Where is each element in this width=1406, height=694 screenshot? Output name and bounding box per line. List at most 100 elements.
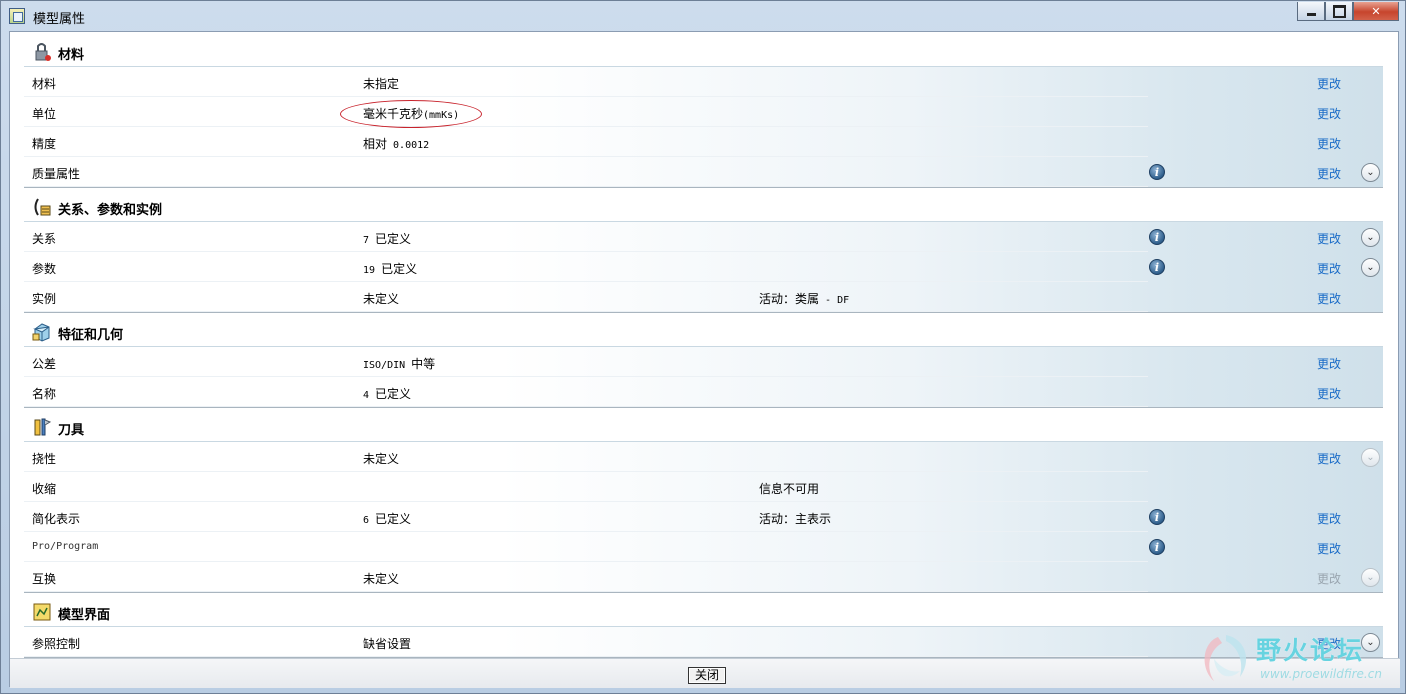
section-header: 关系、参数和实例 <box>20 191 1382 221</box>
model-interface-icon <box>32 602 51 621</box>
property-label: 质量属性 <box>32 167 81 181</box>
edit-link[interactable]: 更改 <box>1317 510 1341 527</box>
property-row: 互换 未定义 更改 ⌄ <box>24 562 1383 592</box>
edit-link[interactable]: 更改 <box>1317 75 1341 92</box>
property-value: 未指定 <box>363 75 399 92</box>
edit-link[interactable]: 更改 <box>1317 290 1341 307</box>
app-icon <box>9 8 25 24</box>
edit-link[interactable]: 更改 <box>1317 135 1341 152</box>
property-value-text: 已定义 <box>381 262 418 276</box>
window-title: 模型属性 <box>33 12 86 27</box>
edit-link[interactable]: 更改 <box>1317 165 1341 182</box>
edit-link[interactable]: 更改 <box>1317 230 1341 247</box>
property-rows: 关系 7 已定义 i 更改 ⌄ 参数 19 已定义 i 更改 ⌄ 实例 未定义 活动：类属 - DF 更改 <box>24 221 1383 313</box>
property-value-text: 已定义 <box>375 387 412 401</box>
row-divider <box>24 311 1148 312</box>
edit-link[interactable]: 更改 <box>1317 540 1341 557</box>
property-value-code: 7 <box>363 235 376 246</box>
property-status: 活动：主表示 <box>759 510 831 527</box>
property-value-code: 19 <box>363 265 382 276</box>
property-row: 单位 毫米千克秒(mmKs) 更改 <box>24 97 1383 127</box>
row-divider <box>24 186 1148 187</box>
property-status: 活动：类属 - DF <box>759 290 849 307</box>
property-value: 6 已定义 <box>363 510 411 527</box>
property-label: 简化表示 <box>32 512 81 526</box>
section-title: 关系、参数和实例 <box>58 203 163 218</box>
property-rows: 公差 ISO/DIN 中等 更改 名称 4 已定义 更改 <box>24 346 1383 408</box>
edit-link[interactable]: 更改 <box>1317 450 1341 467</box>
property-row: 关系 7 已定义 i 更改 ⌄ <box>24 222 1383 252</box>
property-rows: 挠性 未定义 更改 ⌄ 收缩 信息不可用 简化表示 6 已定义 活动：主表示 i 更改 Pro/Pro… <box>24 441 1383 593</box>
edit-link[interactable]: 更改 <box>1317 355 1341 372</box>
model-properties-window: 模型属性 ✕ 材料 材料 未指定 更改 单位 毫米千克秒(mmKs) 更改 精度 相对 0.00… <box>0 0 1406 694</box>
property-value-text: 中等 <box>411 357 436 371</box>
edit-link[interactable]: 更改 <box>1317 260 1341 277</box>
property-value: 4 已定义 <box>363 385 411 402</box>
minimize-button[interactable] <box>1297 2 1325 21</box>
property-value-code: 0.0012 <box>387 140 430 151</box>
watermark-logo-icon <box>1204 635 1247 681</box>
property-value: 缺省设置 <box>363 635 411 652</box>
property-status: 信息不可用 <box>759 480 819 497</box>
property-status-text: 活动：类属 <box>759 292 820 306</box>
property-value: 未定义 <box>363 290 399 307</box>
property-value-text: 未定义 <box>363 292 400 306</box>
property-value-text: 未定义 <box>363 452 400 466</box>
property-value-code: ISO/DIN <box>363 360 412 371</box>
section-header: 材料 <box>20 36 1382 66</box>
property-label: 精度 <box>32 137 57 151</box>
chevron-down-icon[interactable]: ⌄ <box>1361 163 1380 182</box>
close-button[interactable]: 关闭 <box>688 667 726 684</box>
section-title: 材料 <box>58 48 85 63</box>
watermark-url: www.proewildfire.cn <box>1260 667 1382 681</box>
info-icon[interactable]: i <box>1149 229 1165 245</box>
property-label: Pro/Program <box>32 541 99 552</box>
property-row: 精度 相对 0.0012 更改 <box>24 127 1383 157</box>
property-rows: 参照控制 缺省设置 更改 ⌄ <box>24 626 1383 658</box>
property-label: 实例 <box>32 292 57 306</box>
property-row: 质量属性 i 更改 ⌄ <box>24 157 1383 187</box>
watermark-text: 野火论坛 <box>1256 636 1365 665</box>
property-value-text: 未指定 <box>363 77 400 91</box>
maximize-button[interactable] <box>1325 2 1353 21</box>
row-divider <box>24 406 1148 407</box>
info-icon[interactable]: i <box>1149 539 1165 555</box>
info-icon[interactable]: i <box>1149 509 1165 525</box>
property-value: 未定义 <box>363 450 399 467</box>
property-value-code: 4 <box>363 390 376 401</box>
row-divider <box>24 591 1148 592</box>
section-header: 特征和几何 <box>20 316 1382 346</box>
tools-icon <box>32 417 52 436</box>
chevron-down-icon[interactable]: ⌄ <box>1361 228 1380 247</box>
edit-link[interactable]: 更改 <box>1317 105 1341 122</box>
chevron-down-icon: ⌄ <box>1361 568 1380 587</box>
section-title: 刀具 <box>58 423 85 438</box>
info-icon[interactable]: i <box>1149 259 1165 275</box>
property-value: 19 已定义 <box>363 260 417 277</box>
property-label: 名称 <box>32 387 57 401</box>
property-label: 参数 <box>32 262 57 276</box>
property-value-text: 缺省设置 <box>363 637 412 651</box>
property-row: 收缩 信息不可用 <box>24 472 1383 502</box>
property-row: 材料 未指定 更改 <box>24 67 1383 97</box>
row-divider <box>24 656 1148 657</box>
chevron-down-icon[interactable]: ⌄ <box>1361 258 1380 277</box>
edit-link[interactable]: 更改 <box>1317 385 1341 402</box>
property-row: 参照控制 缺省设置 更改 ⌄ <box>24 627 1383 657</box>
property-row: 挠性 未定义 更改 ⌄ <box>24 442 1383 472</box>
close-window-button[interactable]: ✕ <box>1353 2 1399 21</box>
property-row: 参数 19 已定义 i 更改 ⌄ <box>24 252 1383 282</box>
property-label: 参照控制 <box>32 637 81 651</box>
title-bar[interactable]: 模型属性 ✕ <box>1 1 1405 31</box>
property-row: 实例 未定义 活动：类属 - DF 更改 <box>24 282 1383 312</box>
info-icon[interactable]: i <box>1149 164 1165 180</box>
property-row: 简化表示 6 已定义 活动：主表示 i 更改 <box>24 502 1383 532</box>
property-label: 材料 <box>32 77 57 91</box>
property-label: 单位 <box>32 107 57 121</box>
property-label: 公差 <box>32 357 57 371</box>
property-row: 公差 ISO/DIN 中等 更改 <box>24 347 1383 377</box>
properties-panel: 材料 材料 未指定 更改 单位 毫米千克秒(mmKs) 更改 精度 相对 0.0012 更改 质量属… <box>10 32 1400 658</box>
section-header: 模型界面 <box>20 596 1382 626</box>
property-value: ISO/DIN 中等 <box>363 355 435 372</box>
property-row: Pro/Program i 更改 <box>24 532 1383 562</box>
